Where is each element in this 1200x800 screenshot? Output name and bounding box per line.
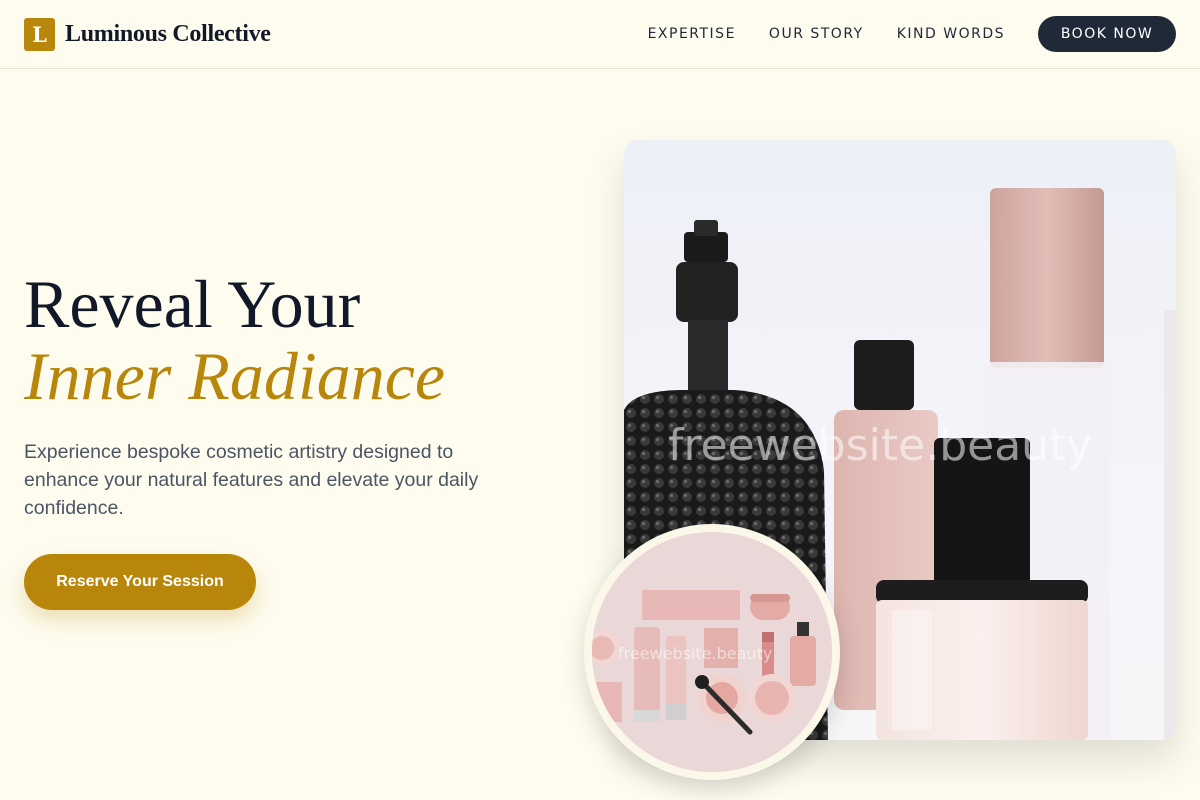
image-watermark: freewebsite.beauty [668, 420, 1093, 471]
brand[interactable]: L Luminous Collective [24, 17, 271, 51]
main-nav: EXPERTISE OUR STORY KIND WORDS BOOK NOW [615, 16, 1176, 52]
hero-title: Reveal Your Inner Radiance [24, 268, 445, 412]
brand-name: Luminous Collective [65, 20, 271, 47]
hero-description: Experience bespoke cosmetic artistry des… [24, 441, 479, 519]
site-header: L Luminous Collective EXPERTISE OUR STOR… [0, 0, 1200, 69]
nav-link-kind-words[interactable]: KIND WORDS [897, 26, 1005, 42]
hero-title-line1: Reveal Your [24, 266, 361, 342]
nav-link-expertise[interactable]: EXPERTISE [648, 26, 736, 42]
book-now-button[interactable]: BOOK NOW [1038, 16, 1176, 52]
reserve-session-button[interactable]: Reserve Your Session [24, 554, 256, 610]
circle-watermark: freewebsite.beauty [618, 644, 773, 663]
hero-title-line2: Inner Radiance [24, 338, 446, 414]
logo-mark: L [24, 17, 55, 51]
nav-link-our-story[interactable]: OUR STORY [769, 26, 864, 42]
